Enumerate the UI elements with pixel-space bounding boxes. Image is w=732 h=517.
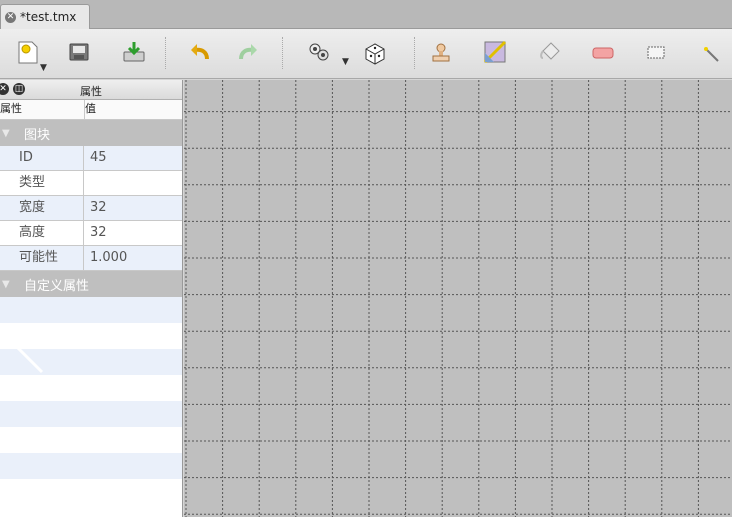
property-key: 高度 (0, 221, 84, 245)
column-value-header[interactable]: 值 (85, 100, 96, 119)
save-icon[interactable] (66, 39, 92, 65)
empty-row (0, 375, 182, 401)
property-key: 宽度 (0, 196, 84, 220)
collapse-triangle-icon[interactable]: ▼ (2, 128, 24, 139)
property-row[interactable]: 高度 32 (0, 221, 182, 246)
property-key: 类型 (0, 171, 84, 195)
property-row[interactable]: 可能性 1.000 (0, 246, 182, 271)
empty-row (0, 401, 182, 427)
group-tile[interactable]: ▼ 图块 (0, 120, 182, 146)
eraser-icon[interactable] (590, 39, 616, 65)
panel-header: ✕ ◫ 属性 (0, 80, 182, 100)
property-value[interactable]: 32 (84, 196, 107, 220)
export-icon[interactable] (121, 39, 147, 65)
tab-label: *test.tmx (20, 10, 77, 24)
magic-wand-icon[interactable] (698, 39, 724, 65)
properties-panel: ✕ ◫ 属性 属性 值 ▼ 图块 ID 45 类型 宽度 32 高度 32 可能… (0, 80, 183, 517)
stamp-icon[interactable] (428, 39, 454, 65)
panel-title: 属性 (80, 85, 102, 98)
properties-column-header: 属性 值 (0, 100, 182, 120)
toolbar-separator (414, 37, 416, 69)
random-mode-icon[interactable] (306, 39, 332, 65)
collapse-triangle-icon[interactable]: ▼ (2, 279, 24, 290)
dice-icon[interactable] (362, 39, 388, 65)
group-label: 自定义属性 (24, 278, 90, 294)
empty-row (0, 453, 182, 479)
property-row[interactable]: 宽度 32 (0, 196, 182, 221)
tile-grid (184, 80, 732, 517)
random-dropdown-arrow-icon[interactable]: ▼ (342, 57, 349, 67)
property-key: ID (0, 146, 84, 170)
property-row[interactable]: 类型 (0, 171, 182, 196)
property-value[interactable]: 1.000 (84, 246, 127, 270)
toolbar-separator (165, 37, 167, 69)
property-key: 可能性 (0, 246, 84, 270)
redo-icon[interactable] (235, 39, 261, 65)
new-icon[interactable] (15, 39, 41, 65)
close-tab-icon[interactable]: ✕ (5, 11, 16, 23)
tab-test-tmx[interactable]: ✕ *test.tmx (0, 4, 90, 29)
bucket-fill-icon[interactable] (537, 39, 563, 65)
new-dropdown-arrow-icon[interactable]: ▼ (40, 63, 47, 73)
document-tab-bar: ✕ *test.tmx (0, 0, 732, 29)
column-name-header[interactable]: 属性 (0, 100, 85, 119)
property-row[interactable]: ID 45 (0, 146, 182, 171)
rect-select-icon[interactable] (643, 39, 669, 65)
empty-row (0, 479, 182, 505)
group-custom-properties[interactable]: ▼ 自定义属性 (0, 271, 182, 297)
group-label: 图块 (24, 127, 51, 143)
undo-icon[interactable] (187, 39, 213, 65)
terrain-brush-icon[interactable] (482, 39, 508, 65)
main-toolbar: ▼ ▼ (0, 29, 732, 79)
toolbar-separator (282, 37, 284, 69)
back-chevron-icon[interactable] (12, 320, 48, 376)
empty-row (0, 427, 182, 453)
property-value[interactable]: 45 (84, 146, 107, 170)
property-value[interactable]: 32 (84, 221, 107, 245)
map-canvas[interactable] (184, 80, 732, 517)
property-value[interactable] (84, 171, 90, 195)
